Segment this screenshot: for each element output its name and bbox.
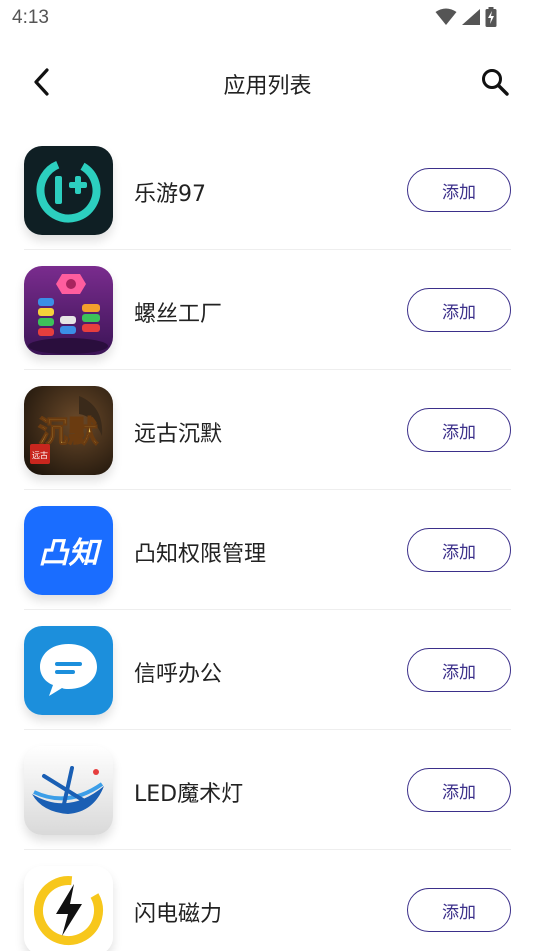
- add-button[interactable]: 添加: [407, 648, 511, 692]
- search-button[interactable]: [475, 62, 515, 102]
- add-button[interactable]: 添加: [407, 288, 511, 332]
- status-icons: [435, 7, 497, 27]
- wifi-icon: [435, 8, 457, 25]
- app-list: 乐游97 添加 螺丝工厂 添加 沉默 远古 远古沉默 添加 凸知 凸知权限管理 …: [0, 130, 535, 951]
- app-name: 远古沉默: [134, 422, 223, 447]
- add-button[interactable]: 添加: [407, 888, 511, 932]
- list-item: 凸知 凸知权限管理 添加: [0, 490, 535, 610]
- add-button[interactable]: 添加: [407, 168, 511, 212]
- leyou97-app-icon: [24, 146, 113, 235]
- battery-charging-icon: [485, 7, 497, 27]
- list-item: 闪电磁力 添加: [0, 850, 535, 951]
- icon-badge: 远古: [32, 450, 48, 460]
- status-bar: 4:13: [0, 0, 535, 38]
- app-name: 凸知权限管理: [134, 542, 267, 567]
- lightning-magnet-app-icon: [24, 866, 113, 951]
- add-button[interactable]: 添加: [407, 408, 511, 452]
- list-item: 螺丝工厂 添加: [0, 250, 535, 370]
- app-header: 应用列表: [0, 48, 535, 118]
- tuzhi-app-icon: 凸知: [24, 506, 113, 595]
- add-button[interactable]: 添加: [407, 768, 511, 812]
- ancient-silence-app-icon: 沉默 远古: [24, 386, 113, 475]
- app-name: 螺丝工厂: [134, 302, 223, 327]
- icon-text: 凸知: [39, 536, 103, 571]
- add-button[interactable]: 添加: [407, 528, 511, 572]
- xinhu-chat-app-icon: [24, 626, 113, 715]
- status-time: 4:13: [12, 7, 49, 28]
- app-name: 闪电磁力: [134, 902, 223, 927]
- list-item: 沉默 远古 远古沉默 添加: [0, 370, 535, 490]
- app-name: 信呼办公: [134, 662, 223, 687]
- list-item: 信呼办公 添加: [0, 610, 535, 730]
- signal-icon: [462, 9, 480, 25]
- screw-factory-app-icon: [24, 266, 113, 355]
- page-title: 应用列表: [223, 74, 312, 99]
- app-name: LED魔术灯: [134, 782, 244, 807]
- list-item: LED魔术灯 添加: [0, 730, 535, 850]
- app-name: 乐游97: [134, 182, 206, 207]
- list-item: 乐游97 添加: [0, 130, 535, 250]
- led-magic-light-app-icon: [24, 746, 113, 835]
- search-icon: [482, 69, 509, 96]
